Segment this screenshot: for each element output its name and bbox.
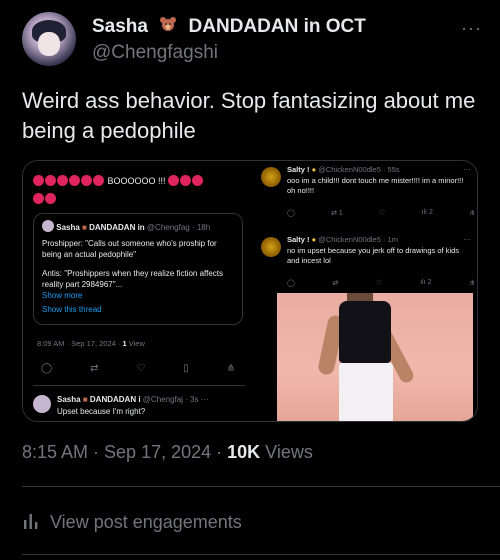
post-timestamp[interactable]: 8:15 AM · Sep 17, 2024 · 10K Views (22, 442, 313, 463)
reply-icon: ◯ (41, 363, 53, 374)
more-options-icon: ··· (463, 165, 471, 174)
teddy-bear-icon: ■ (82, 395, 88, 404)
avatar (261, 167, 281, 187)
red-ball-icon (57, 175, 68, 186)
avatar (261, 237, 281, 257)
quoted-post: Sasha ■ DANDADAN in @Chengfag · 18h Pros… (33, 213, 243, 325)
show-thread-link: Show this thread (42, 305, 102, 314)
reply-icon: ◯ (287, 210, 295, 217)
more-options-icon[interactable]: ··· (461, 18, 482, 39)
boo-line: BOOOOOO !!! (33, 175, 204, 186)
heart-icon: ♡ (136, 363, 146, 374)
bookmark-icon: ▯ (183, 363, 189, 374)
divider (22, 554, 500, 555)
lightbulb-icon: ● (311, 235, 317, 244)
tweet-header: Sasha DANDADAN in OCT @Chengfagshi ··· (22, 12, 482, 68)
reply-post-2: Salty ! ● @ChickenN00dle5 · 1m ··· no im… (259, 235, 475, 295)
figure-pants (339, 363, 393, 421)
red-ball-icon (69, 175, 80, 186)
divider (22, 486, 500, 487)
show-more-link: Show more (42, 291, 83, 300)
post-time: 8:15 AM · Sep 17, 2024 · (22, 442, 228, 462)
teddy-bear-icon (160, 17, 177, 31)
post-header: Salty ! ● @ChickenN00dle5 · 55s (287, 165, 400, 174)
left-action-row: ◯ ⇄ ♡ ▯ ⋔ (33, 363, 243, 377)
red-ball-icon (93, 175, 104, 186)
red-ball-icon (180, 175, 192, 186)
red-ball-icon (33, 193, 44, 204)
heart-icon: ♡ (379, 210, 386, 217)
share-icon: ⋔ (226, 363, 235, 374)
display-name-text: Sasha (92, 16, 148, 37)
heart-icon: ♡ (376, 280, 383, 287)
display-name[interactable]: Sasha DANDADAN in OCT (92, 16, 366, 38)
analytics-icon (24, 514, 38, 529)
reply-icon: ◯ (287, 280, 295, 287)
lightbulb-icon: ● (311, 165, 317, 174)
boo-text: BOOOOOO !!! (107, 176, 166, 186)
quoted-post-text: Proshipper: "Calls out someone who's pro… (42, 239, 224, 289)
reply-post-1: Salty ! ● @ChickenN00dle5 · 55s ··· ooo … (259, 165, 475, 225)
user-handle[interactable]: @Chengfagshi (92, 42, 218, 64)
reply-text: Upset because I'm right? (57, 407, 146, 416)
avatar (33, 395, 51, 413)
share-icon: ⋔ (469, 210, 475, 217)
media-attachment[interactable]: BOOOOOO !!! Sasha ■ DANDADAN in @Chengfa… (22, 160, 478, 422)
view-engagements-button[interactable]: View post engagements (22, 512, 242, 533)
retweet-icon: ⇄ (332, 280, 339, 287)
views-icon: ılı 2 (420, 279, 432, 286)
red-ball-icon (45, 193, 56, 204)
tweet-text: Weird ass behavior. Stop fantasizing abo… (22, 88, 476, 143)
retweet-icon: ⇄ 1 (331, 210, 343, 217)
figure-shirt (339, 301, 391, 363)
avatar[interactable] (22, 12, 76, 66)
red-ball-icon (192, 175, 204, 186)
more-options-icon: ··· (463, 235, 471, 244)
screenshot-right: Salty ! ● @ChickenN00dle5 · 55s ··· ooo … (255, 161, 477, 421)
post-header: Salty ! ● @ChickenN00dle5 · 1m (287, 235, 398, 244)
red-ball-icon (45, 175, 56, 186)
post-text: no im upset because you jerk off to draw… (287, 246, 460, 265)
views-count: 10K (227, 442, 261, 462)
share-icon: ⋔ (469, 280, 475, 287)
display-name-suffix: DANDADAN in OCT (188, 16, 366, 37)
avatar (42, 220, 54, 232)
post-actions: ◯ ⇄ 1 ♡ ılı 2 ⋔ (287, 209, 475, 217)
divider (33, 385, 245, 386)
reply-header: Sasha ■ DANDADAN i @Chengfaj · 3s ··· (57, 395, 209, 404)
post-text: ooo im a child!!! dont touch me mister!!… (287, 176, 464, 195)
post-actions: ◯ ⇄ ♡ ılı 2 ⋔ (287, 279, 475, 287)
views-label: Views (260, 442, 313, 462)
quoted-post-header: Sasha ■ DANDADAN in @Chengfag · 18h (42, 220, 234, 232)
red-ball-icon (81, 175, 92, 186)
views-icon: ılı 2 (421, 209, 433, 216)
red-ball-icon (168, 175, 180, 186)
boo-line-2 (33, 193, 57, 204)
attached-photo (277, 293, 473, 421)
red-ball-icon (33, 175, 44, 186)
engagements-label: View post engagements (50, 512, 242, 532)
screenshot-left: BOOOOOO !!! Sasha ■ DANDADAN in @Chengfa… (23, 161, 253, 421)
teddy-bear-icon: ■ (82, 223, 87, 232)
left-timestamp: 8:09 AM · Sep 17, 2024 · 1 View (37, 339, 145, 348)
retweet-icon: ⇄ (90, 363, 99, 374)
